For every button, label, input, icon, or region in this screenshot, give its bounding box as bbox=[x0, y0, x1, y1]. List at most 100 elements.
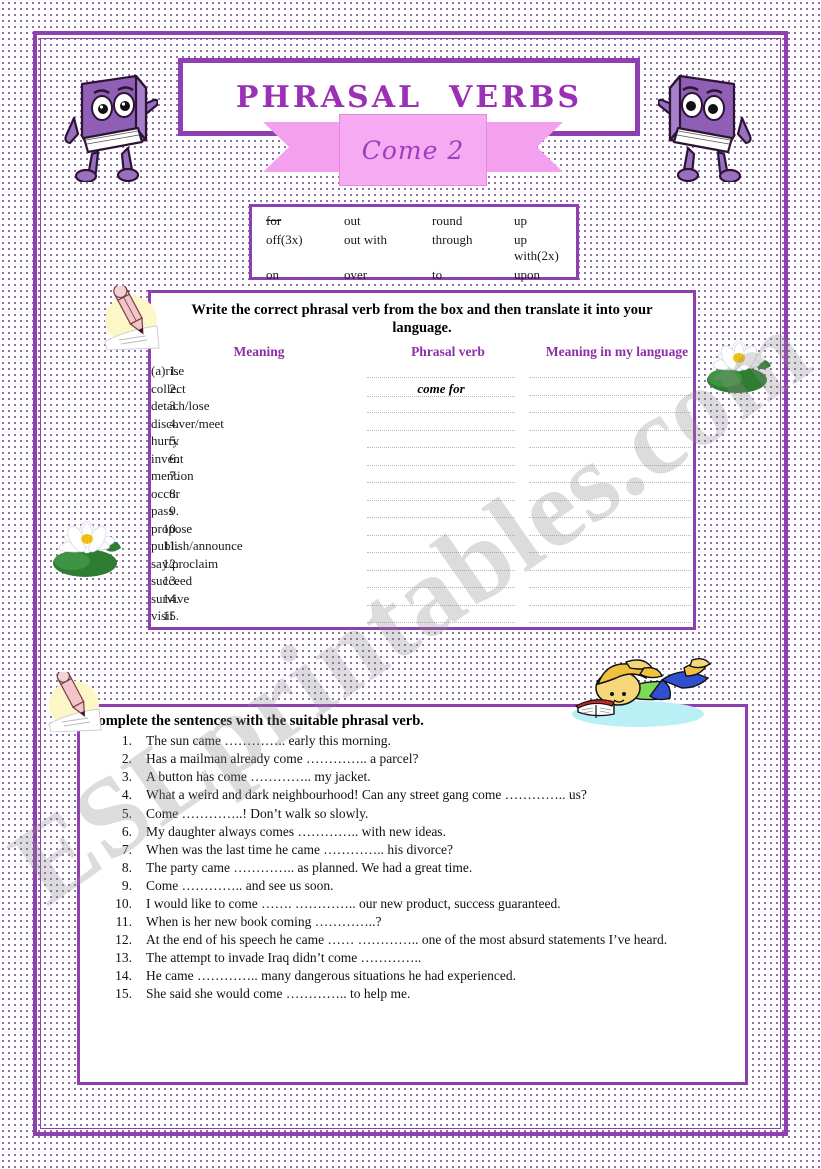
book-mascot-right-icon bbox=[657, 62, 754, 184]
translation-answer-blank[interactable] bbox=[529, 573, 691, 589]
sentence-text: The sun came ………….. early this morning. bbox=[146, 733, 391, 749]
translation-answer-field[interactable] bbox=[529, 608, 705, 626]
phrasal-verb-answer-blank[interactable] bbox=[367, 363, 515, 379]
phrasal-verb-answer-field[interactable] bbox=[367, 503, 529, 521]
exercise-2-panel: Complete the sentences with the suitable… bbox=[77, 704, 748, 1085]
phrasal-verb-answer-field[interactable] bbox=[367, 521, 529, 539]
phrasal-verb-answer-blank[interactable] bbox=[367, 433, 515, 449]
translation-answer-blank[interactable] bbox=[529, 538, 691, 554]
word-bank-item: to bbox=[432, 267, 443, 282]
row-number: 1. bbox=[169, 363, 179, 379]
translation-answer-field[interactable] bbox=[529, 398, 705, 416]
meaning-cell: 4. discover/meet bbox=[151, 416, 367, 434]
phrasal-verb-answer-blank[interactable] bbox=[367, 398, 515, 414]
translation-answer-blank[interactable] bbox=[529, 521, 691, 536]
list-item[interactable]: 9. Come ………….. and see us soon. bbox=[80, 877, 745, 895]
translation-answer-field[interactable] bbox=[529, 381, 705, 399]
row-number: 12. bbox=[162, 555, 179, 571]
table-row: 6. invent bbox=[151, 451, 705, 469]
list-item[interactable]: 15. She said she would come ………….. to hel… bbox=[80, 985, 745, 1003]
phrasal-verb-answer-blank[interactable] bbox=[367, 591, 515, 606]
phrasal-verb-answer-filled[interactable]: come for bbox=[367, 381, 515, 397]
phrasal-verb-answer-field[interactable] bbox=[367, 573, 529, 591]
translation-answer-blank[interactable] bbox=[529, 556, 691, 571]
translation-answer-field[interactable] bbox=[529, 538, 705, 556]
list-item[interactable]: 5. Come …………..! Don’t walk so slowly. bbox=[80, 805, 745, 823]
list-item[interactable]: 13. The attempt to invade Iraq didn’t com… bbox=[80, 949, 745, 967]
translation-answer-blank[interactable] bbox=[529, 608, 691, 624]
translation-answer-field[interactable] bbox=[529, 451, 705, 469]
phrasal-verb-answer-field[interactable] bbox=[367, 538, 529, 556]
translation-answer-blank[interactable] bbox=[529, 381, 691, 396]
phrasal-verb-answer-field[interactable] bbox=[367, 608, 529, 626]
row-number: 5. bbox=[169, 433, 179, 449]
phrasal-verb-answer-blank[interactable] bbox=[367, 468, 515, 484]
phrasal-verb-answer-blank[interactable] bbox=[367, 416, 515, 431]
row-number: 9. bbox=[169, 503, 179, 519]
row-number: 6. bbox=[169, 450, 179, 466]
translation-answer-field[interactable] bbox=[529, 521, 705, 539]
phrasal-verb-answer-field[interactable] bbox=[367, 556, 529, 574]
phrasal-verb-answer-blank[interactable] bbox=[367, 451, 515, 466]
translation-answer-blank[interactable] bbox=[529, 503, 691, 519]
translation-answer-blank[interactable] bbox=[529, 363, 691, 379]
phrasal-verb-answer-blank[interactable] bbox=[367, 521, 515, 536]
list-item[interactable]: 14. He came ………….. many dangerous situati… bbox=[80, 967, 745, 985]
translation-answer-blank[interactable] bbox=[529, 468, 691, 484]
phrasal-verb-answer-field[interactable]: come for bbox=[367, 381, 529, 399]
phrasal-verb-answer-blank[interactable] bbox=[367, 486, 515, 501]
table-row: 7. mention bbox=[151, 468, 705, 486]
row-number: 4. bbox=[169, 415, 179, 431]
translation-answer-field[interactable] bbox=[529, 573, 705, 591]
phrasal-verb-answer-field[interactable] bbox=[367, 416, 529, 434]
translation-answer-field[interactable] bbox=[529, 556, 705, 574]
translation-answer-blank[interactable] bbox=[529, 486, 691, 501]
translation-answer-blank[interactable] bbox=[529, 398, 691, 414]
phrasal-verb-answer-blank[interactable] bbox=[367, 608, 515, 624]
list-item[interactable]: 10. I would like to come ……. ………….. our n… bbox=[80, 895, 745, 913]
list-item[interactable]: 3. A button has come ………….. my jacket. bbox=[80, 768, 745, 786]
word-bank-item: up bbox=[514, 213, 527, 228]
sentence-text: Come ………….. and see us soon. bbox=[146, 877, 334, 893]
translation-answer-blank[interactable] bbox=[529, 433, 691, 449]
sentence-number: 9. bbox=[121, 877, 132, 893]
phrasal-verb-answer-field[interactable] bbox=[367, 433, 529, 451]
phrasal-verb-answer-blank[interactable] bbox=[367, 573, 515, 589]
phrasal-verb-answer-blank[interactable] bbox=[367, 503, 515, 519]
translation-answer-field[interactable] bbox=[529, 503, 705, 521]
list-item[interactable]: 1. The sun came ………….. early this morning… bbox=[80, 732, 745, 750]
translation-answer-field[interactable] bbox=[529, 416, 705, 434]
row-number: 11. bbox=[163, 538, 179, 554]
translation-answer-blank[interactable] bbox=[529, 416, 691, 431]
phrasal-verb-answer-field[interactable] bbox=[367, 451, 529, 469]
table-row: 3. detach/lose bbox=[151, 398, 705, 416]
translation-answer-field[interactable] bbox=[529, 433, 705, 451]
translation-answer-field[interactable] bbox=[529, 591, 705, 609]
phrasal-verb-answer-field[interactable] bbox=[367, 398, 529, 416]
list-item[interactable]: 4. What a weird and dark neighbourhood! C… bbox=[80, 786, 745, 804]
list-item[interactable]: 11. When is her new book coming …………..? bbox=[80, 913, 745, 931]
table-row: 12. say/proclaim bbox=[151, 556, 705, 574]
phrasal-verb-answer-field[interactable] bbox=[367, 591, 529, 609]
exercise-1-instruction: Write the correct phrasal verb from the … bbox=[191, 302, 653, 337]
row-number: 15. bbox=[162, 608, 179, 624]
translation-answer-field[interactable] bbox=[529, 468, 705, 486]
translation-answer-blank[interactable] bbox=[529, 591, 691, 606]
translation-answer-field[interactable] bbox=[529, 486, 705, 504]
list-item[interactable]: 6. My daughter always comes ………….. with n… bbox=[80, 823, 745, 841]
list-item[interactable]: 8. The party came ………….. as planned. We h… bbox=[80, 859, 745, 877]
sentence-text: She said she would come ………….. to help m… bbox=[146, 986, 411, 1002]
list-item[interactable]: 2. Has a mailman already come ………….. a pa… bbox=[80, 750, 745, 768]
translation-answer-blank[interactable] bbox=[529, 451, 691, 466]
phrasal-verb-answer-field[interactable] bbox=[367, 468, 529, 486]
word-bank-item: out with bbox=[344, 232, 387, 247]
phrasal-verb-answer-blank[interactable] bbox=[367, 538, 515, 554]
list-item[interactable]: 12. At the end of his speech he came …… …… bbox=[80, 931, 745, 949]
phrasal-verb-answer-blank[interactable] bbox=[367, 556, 515, 571]
list-item[interactable]: 7. When was the last time he came ………….. … bbox=[80, 841, 745, 859]
phrasal-verb-answer-field[interactable] bbox=[367, 486, 529, 504]
row-number: 7. bbox=[169, 468, 179, 484]
translation-answer-field[interactable] bbox=[529, 363, 705, 381]
sentence-text: Has a mailman already come ………….. a parc… bbox=[146, 751, 419, 767]
phrasal-verb-answer-field[interactable] bbox=[367, 363, 529, 381]
